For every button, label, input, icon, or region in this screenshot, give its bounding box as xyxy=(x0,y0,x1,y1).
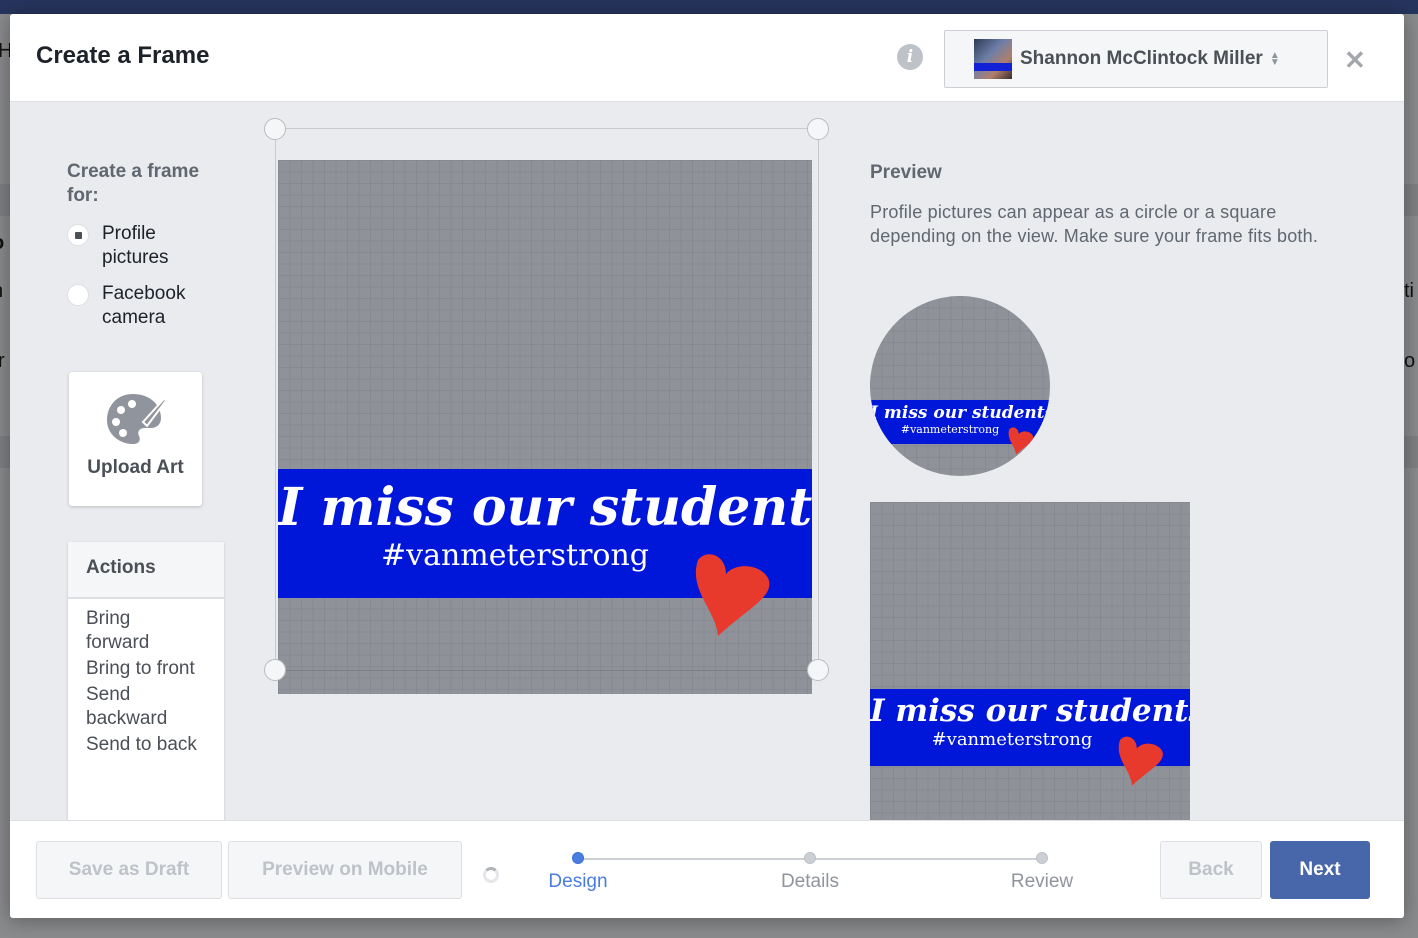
radio-button-checked[interactable] xyxy=(67,224,89,246)
resize-handle-bottom-left[interactable] xyxy=(264,659,286,681)
page-selector[interactable]: Shannon McClintock Miller ▲ ▼ xyxy=(944,30,1328,88)
dialog-header: Create a Frame i Shannon McClintock Mill… xyxy=(10,14,1404,102)
radio-button[interactable] xyxy=(67,284,89,306)
step-details[interactable]: Details xyxy=(770,851,850,893)
close-icon[interactable]: ✕ xyxy=(1344,47,1366,73)
step-label: Review xyxy=(1010,871,1074,892)
selection-border-left xyxy=(275,128,276,670)
upload-art-button[interactable]: Upload Art xyxy=(69,372,202,506)
preview-circle-script: I miss our students! xyxy=(870,403,1050,423)
selection-border-bottom xyxy=(275,670,818,671)
background-text: ti xyxy=(1404,280,1414,302)
frame-script-text: I miss our students! xyxy=(278,477,812,538)
step-design[interactable]: Design xyxy=(538,851,618,893)
step-review[interactable]: Review xyxy=(1002,851,1082,893)
action-send-backward[interactable]: Send backward xyxy=(68,683,198,731)
page-name: Shannon McClintock Miller xyxy=(1020,48,1263,69)
page-avatar xyxy=(974,39,1012,79)
palette-icon xyxy=(69,388,202,453)
preview-square-script: I miss our students! xyxy=(870,693,1190,729)
action-bring-to-front[interactable]: Bring to front xyxy=(68,657,198,681)
resize-handle-top-left[interactable] xyxy=(264,118,286,140)
background-text: o xyxy=(0,232,4,255)
info-icon[interactable]: i xyxy=(897,44,923,70)
save-as-draft-button[interactable]: Save as Draft xyxy=(36,841,222,899)
step-dot xyxy=(1036,852,1048,864)
preview-square: I miss our students! #vanmeterstrong xyxy=(870,502,1190,822)
step-dot xyxy=(804,852,816,864)
selection-border-right xyxy=(818,128,819,670)
frame-for-label: Create a frame for: xyxy=(67,161,200,206)
back-button[interactable]: Back xyxy=(1160,841,1262,899)
sort-arrows-icon: ▲ ▼ xyxy=(1269,50,1280,68)
step-label: Design xyxy=(548,871,608,892)
selection-border-top xyxy=(275,128,818,129)
dialog-footer: Save as Draft Preview on Mobile Design D… xyxy=(10,820,1404,918)
loading-spinner-icon xyxy=(483,867,499,883)
background-text: r xyxy=(0,350,5,372)
actions-header: Actions xyxy=(68,542,224,599)
radio-label: Profile pictures xyxy=(102,223,169,268)
create-frame-dialog: Create a Frame i Shannon McClintock Mill… xyxy=(10,14,1404,918)
preview-description: Profile pictures can appear as a circle … xyxy=(870,202,1319,246)
resize-handle-top-right[interactable] xyxy=(807,118,829,140)
heart-icon xyxy=(695,554,770,636)
background-top-bar xyxy=(0,0,1418,14)
resize-handle-bottom-right[interactable] xyxy=(807,659,829,681)
next-button[interactable]: Next xyxy=(1270,841,1370,899)
background-text: o xyxy=(1404,350,1416,372)
action-send-to-back[interactable]: Send to back xyxy=(68,733,198,757)
dialog-title: Create a Frame xyxy=(36,42,210,69)
frame-canvas[interactable]: I miss our students! #vanmeterstrong xyxy=(278,160,812,694)
radio-profile-pictures[interactable]: Profile pictures xyxy=(67,222,212,270)
background-text: n xyxy=(0,280,3,303)
preview-circle: I miss our students! #vanmeterstrong xyxy=(870,296,1050,476)
action-bring-forward[interactable]: Bring forward xyxy=(68,607,198,655)
step-progress: Design Details Review xyxy=(546,851,1073,901)
preview-title: Preview xyxy=(870,162,942,183)
step-dot-active xyxy=(572,852,584,864)
radio-label: Facebook camera xyxy=(102,283,186,328)
preview-on-mobile-button[interactable]: Preview on Mobile xyxy=(228,841,462,899)
step-label: Details xyxy=(780,871,840,892)
upload-art-label: Upload Art xyxy=(87,457,184,478)
actions-panel: Actions Bring forward Bring to front Sen… xyxy=(68,542,224,822)
heart-icon xyxy=(1118,736,1163,786)
heart-icon xyxy=(1008,427,1034,455)
radio-facebook-camera[interactable]: Facebook camera xyxy=(67,282,212,330)
